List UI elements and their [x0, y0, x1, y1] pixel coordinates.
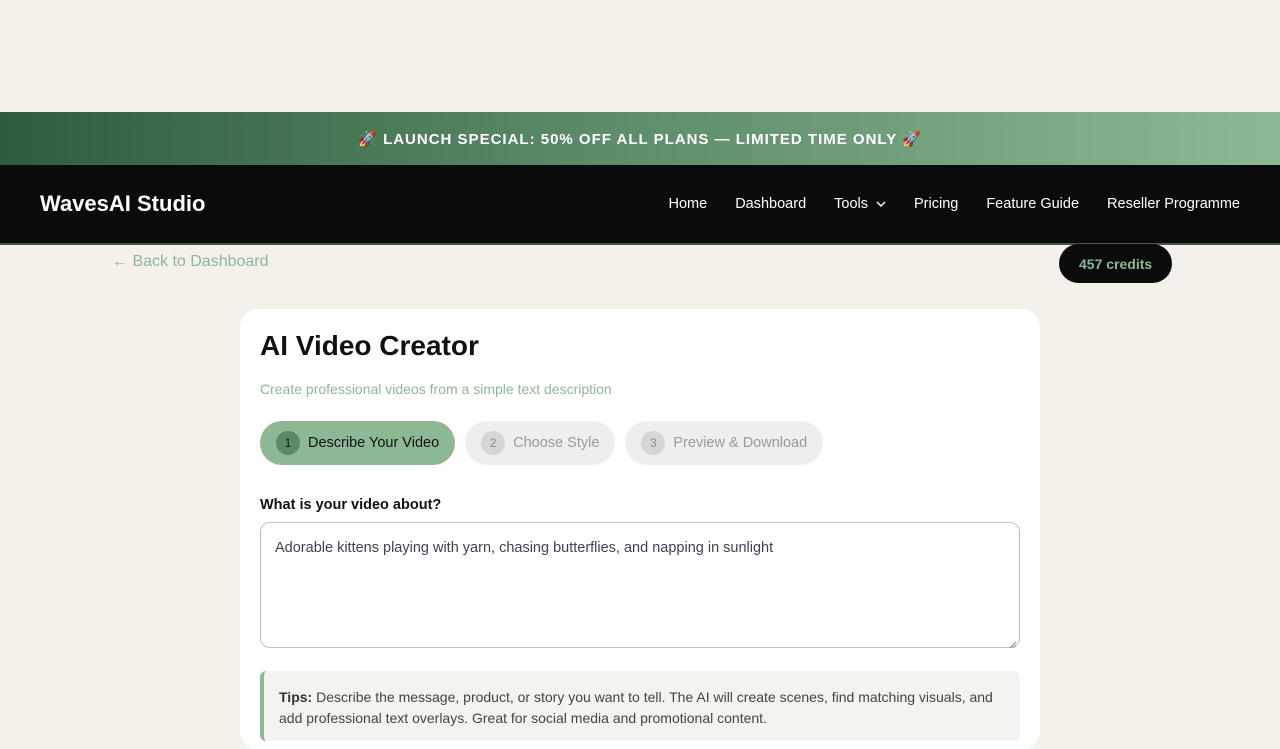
- resize-grip-icon[interactable]: [1009, 637, 1017, 649]
- step-number: 2: [481, 431, 506, 455]
- nav-menu: Home Dashboard Tools Pricing Feature Gui…: [641, 196, 1240, 212]
- nav-item-feature-guide[interactable]: Feature Guide: [986, 196, 1079, 212]
- nav-item-label: Pricing: [914, 196, 959, 212]
- nav-item-label: Dashboard: [735, 196, 807, 212]
- step-label: Choose Style: [513, 435, 600, 451]
- sub-bar: ← Back to Dashboard 457 credits: [0, 244, 1280, 285]
- promo-text: 🚀 LAUNCH SPECIAL: 50% OFF ALL PLANS — LI…: [358, 130, 922, 148]
- video-description-value: Adorable kittens playing with yarn, chas…: [275, 540, 774, 556]
- tips-text: Describe the message, product, or story …: [279, 689, 993, 726]
- chevron-down-icon: [876, 201, 886, 207]
- nav-item-reseller-programme[interactable]: Reseller Programme: [1107, 196, 1240, 212]
- tips-box: Tips: Describe the message, product, or …: [260, 671, 1020, 741]
- step-preview-download[interactable]: 3 Preview & Download: [625, 421, 824, 465]
- page-title: AI Video Creator: [260, 330, 479, 361]
- nav-item-home[interactable]: Home: [669, 196, 708, 212]
- navbar: WavesAI Studio Home Dashboard Tools Pric…: [0, 165, 1280, 245]
- step-number: 1: [276, 431, 300, 455]
- page-subtitle: Create professional videos from a simple…: [260, 381, 612, 397]
- video-description-input[interactable]: Adorable kittens playing with yarn, chas…: [260, 522, 1020, 649]
- nav-item-label: Home: [668, 196, 708, 212]
- step-indicator: 1 Describe Your Video 2 Choose Style 3 P…: [260, 421, 1020, 465]
- promo-banner: 🚀 LAUNCH SPECIAL: 50% OFF ALL PLANS — LI…: [0, 112, 1280, 165]
- tips-label: Tips:: [279, 689, 313, 705]
- nav-item-label: Feature Guide: [986, 196, 1080, 212]
- step-choose-style[interactable]: 2 Choose Style: [465, 421, 616, 465]
- step-label: Describe Your Video: [308, 435, 440, 451]
- video-creator-card: AI Video Creator Create professional vid…: [240, 309, 1040, 749]
- nav-item-label: Tools: [834, 196, 868, 212]
- step-label: Preview & Download: [673, 435, 808, 451]
- nav-item-dashboard[interactable]: Dashboard: [735, 196, 806, 212]
- nav-item-pricing[interactable]: Pricing: [914, 196, 958, 212]
- back-to-dashboard-link[interactable]: ← Back to Dashboard: [112, 253, 269, 271]
- top-spacer: [0, 0, 1280, 112]
- step-describe[interactable]: 1 Describe Your Video: [260, 421, 456, 465]
- nav-item-label: Reseller Programme: [1107, 196, 1240, 212]
- step-number: 3: [641, 431, 666, 455]
- nav-item-tools[interactable]: Tools: [834, 196, 886, 212]
- brand-logo[interactable]: WavesAI Studio: [40, 191, 205, 217]
- credits-badge: 457 credits: [1059, 244, 1173, 283]
- video-topic-label: What is your video about?: [260, 497, 442, 513]
